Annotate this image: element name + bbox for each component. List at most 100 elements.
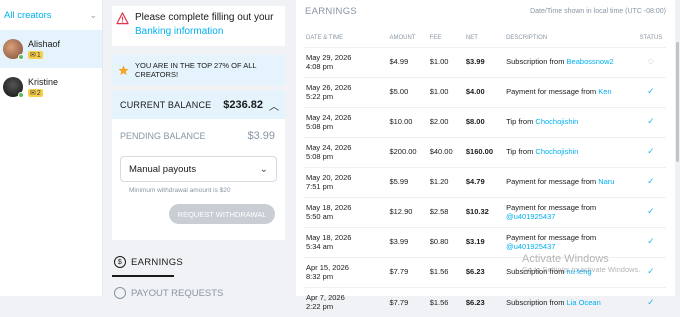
cell-datetime: May 26, 2026 5:22 pm [304, 76, 390, 107]
user-link[interactable]: Naru [598, 177, 614, 186]
online-indicator [18, 54, 24, 60]
description-text: Tip from [506, 147, 536, 157]
cell-time: 7:51 pm [306, 182, 334, 191]
checkmark-icon: ✓ [647, 206, 655, 217]
checkmark-icon: ✓ [647, 176, 655, 187]
tab-earnings[interactable]: $ EARNINGS [112, 248, 285, 276]
tab-earnings-label: EARNINGS [131, 256, 184, 268]
creator-filter-label: All creators [4, 9, 52, 21]
checkmark-icon: ✓ [647, 236, 655, 247]
cell-status: ✓ [635, 136, 666, 167]
cell-status: ◌ [635, 46, 666, 77]
cell-date: May 24, 2026 [306, 112, 352, 122]
cell-amount: $4.99 [389, 46, 430, 77]
chevron-down-icon: ⌄ [89, 9, 97, 20]
avatar [3, 77, 24, 98]
cell-fee: $1.00 [429, 76, 466, 107]
request-withdrawal-button[interactable]: REQUEST WITHDRAWAL [169, 204, 275, 224]
watermark-subtitle: Go to Settings to activate Windows. [522, 265, 641, 274]
checkmark-icon: ✓ [647, 266, 655, 277]
col-amount[interactable]: AMOUNT [389, 30, 429, 47]
user-link[interactable]: @u401925437 [506, 212, 555, 221]
creator-item-alishaof[interactable]: Alishaof ✉ 1 [0, 30, 102, 68]
scrollbar[interactable] [675, 0, 680, 296]
table-row: May 29, 2026 4:08 pm $4.99 $1.00 $3.99 Subscr… [304, 46, 666, 77]
cell-datetime: May 20, 2026 7:51 pm [304, 166, 390, 197]
windows-activation-watermark: Activate Windows Go to Settings to activ… [522, 253, 640, 274]
user-link[interactable]: @u401925437 [506, 242, 555, 251]
checkmark-icon: ✓ [647, 296, 655, 307]
banking-alert: Please complete filling out your Banking… [112, 6, 285, 46]
top-creators-text: YOU ARE IN THE TOP 27% OF ALL CREATORS! [135, 61, 257, 79]
user-link[interactable]: Lia Ocean [567, 298, 601, 307]
cell-time: 5:08 pm [306, 122, 334, 131]
chevron-up-icon[interactable]: ︿ [269, 98, 279, 113]
user-link[interactable]: Chochojishin [535, 117, 578, 126]
scrollbar-thumb[interactable] [676, 42, 679, 162]
current-balance-label: CURRENT BALANCE [120, 100, 212, 110]
cell-status: ✓ [635, 166, 666, 197]
cell-net: $10.32 [465, 196, 507, 227]
earnings-panel: EARNINGS Date/Time shown in local time (… [296, 0, 680, 317]
cell-fee: $2.58 [429, 196, 466, 227]
cell-status: ✓ [635, 196, 666, 227]
banking-info-link[interactable]: Banking information [135, 25, 273, 39]
cell-description: Subscription from Lia Ocean [506, 286, 636, 317]
cell-date: May 24, 2026 [306, 142, 352, 152]
table-row: May 20, 2026 7:51 pm $5.99 $1.20 $4.79 Paymen… [304, 166, 666, 197]
cell-fee: $1.00 [429, 46, 466, 77]
timezone-note: Date/Time shown in local time (UTC -08:0… [530, 7, 666, 15]
message-icon: ✉ [30, 90, 36, 97]
col-date[interactable]: DATE & TIME [304, 30, 389, 47]
cell-description: Payment for message from Ken [506, 76, 636, 107]
cell-datetime: Apr 7, 2026 2:22 pm [304, 286, 390, 317]
col-status[interactable]: STATUS [636, 30, 666, 47]
description-text: Subscription from [506, 57, 567, 67]
notification-badge: ✉ 2 [28, 89, 43, 97]
col-net[interactable]: NET [466, 30, 506, 47]
avatar [3, 39, 24, 60]
description-text: Payment for message from [506, 232, 597, 242]
payout-method-select[interactable]: Manual payouts ⌄ [120, 156, 277, 182]
earnings-header: EARNINGS Date/Time shown in local time (… [296, 0, 680, 22]
cell-datetime: May 29, 2026 4:08 pm [304, 46, 390, 77]
user-link[interactable]: Chochojishin [535, 147, 578, 156]
current-balance-row[interactable]: CURRENT BALANCE $236.82 ︿ [112, 91, 285, 119]
warning-icon [116, 12, 129, 25]
user-link[interactable]: Beabossnow2 [567, 57, 614, 66]
creator-filter[interactable]: All creators ⌄ [0, 0, 102, 30]
cell-status: ✓ [635, 286, 666, 317]
creator-item-kristine[interactable]: Kristine ✉ 2 [0, 68, 102, 106]
chevron-down-icon: ⌄ [259, 163, 268, 175]
cell-amount: $7.79 [389, 286, 430, 317]
checkmark-icon: ✓ [647, 86, 655, 97]
cell-fee: $1.56 [429, 286, 466, 317]
cell-net: $3.99 [465, 46, 507, 77]
notification-badge: ✉ 1 [28, 51, 43, 59]
col-fee[interactable]: FEE [430, 30, 466, 47]
balance-card: CURRENT BALANCE $236.82 ︿ PENDING BALANC… [112, 91, 285, 240]
min-withdrawal-note: Minimum withdrawal amount is $20 [129, 187, 231, 194]
pending-spinner-icon: ◌ [647, 56, 654, 68]
cell-amount: $5.99 [389, 166, 430, 197]
cell-date: May 20, 2026 [306, 172, 352, 182]
watermark-title: Activate Windows [522, 253, 609, 265]
pending-balance-label: PENDING BALANCE [120, 131, 206, 141]
cell-amount: $5.00 [389, 76, 430, 107]
description-text: Tip from [506, 117, 536, 127]
table-row: May 24, 2026 5:08 pm $10.00 $2.00 $8.00 Tip f… [304, 106, 666, 137]
tab-payout-requests[interactable]: PAYOUT REQUESTS [112, 287, 223, 299]
cell-datetime: Apr 15, 2026 8:32 pm [304, 256, 390, 287]
cell-time: 5:08 pm [306, 152, 334, 161]
cell-description: Tip from Chochojishin [506, 136, 636, 167]
cell-time: 2:22 pm [306, 302, 334, 312]
user-link[interactable]: Ken [598, 87, 611, 96]
cell-status: ✓ [635, 76, 666, 107]
cell-date: Apr 15, 2026 [306, 262, 349, 272]
cell-net: $160.00 [465, 136, 507, 167]
checkmark-icon: ✓ [647, 116, 655, 127]
cell-amount: $200.00 [389, 136, 430, 167]
col-description[interactable]: DESCRIPTION [506, 30, 636, 47]
cell-date: Apr 7, 2026 [306, 292, 345, 302]
cell-net: $4.79 [465, 166, 507, 197]
